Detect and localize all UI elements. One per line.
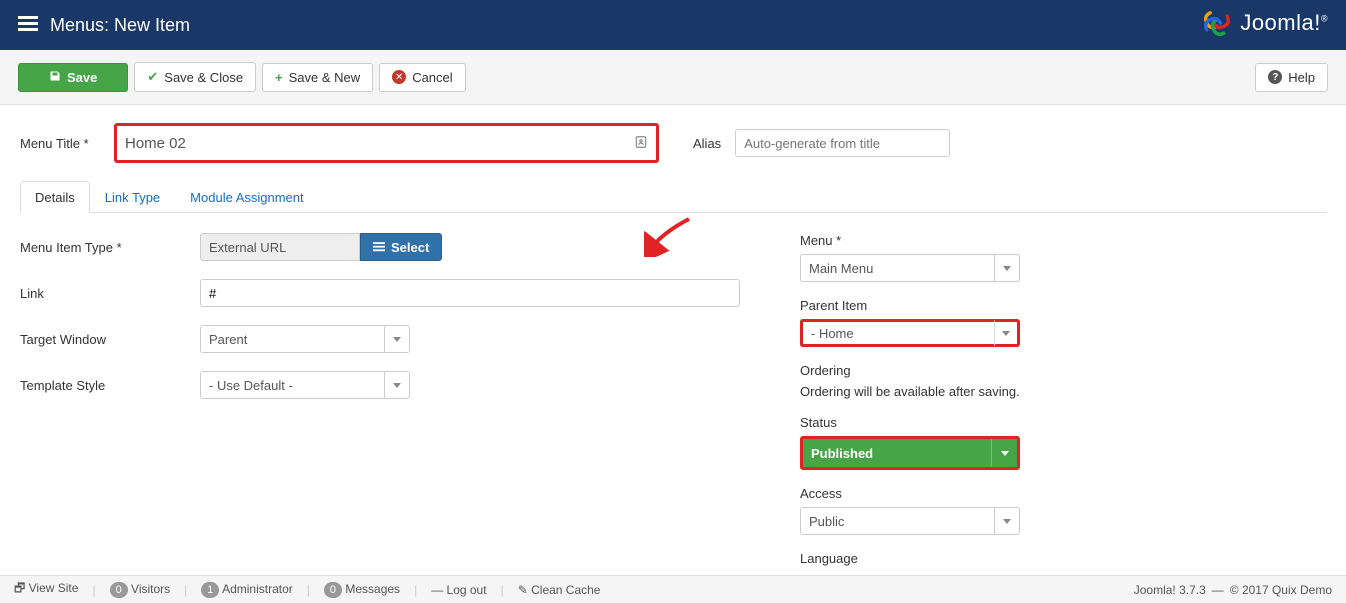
arrow-annotation bbox=[644, 217, 694, 257]
plus-icon: + bbox=[275, 70, 283, 85]
tab-details[interactable]: Details bbox=[20, 181, 90, 213]
save-button[interactable]: Save bbox=[18, 63, 128, 92]
page-title: Menus: New Item bbox=[50, 15, 190, 36]
save-label: Save bbox=[67, 70, 97, 85]
menu-title-field-highlight bbox=[114, 123, 659, 163]
parent-item-value: - Home bbox=[800, 319, 994, 347]
save-close-label: Save & Close bbox=[164, 70, 243, 85]
toolbar: Save ✔ Save & Close + Save & New ✕ Cance… bbox=[0, 50, 1346, 105]
save-icon bbox=[49, 70, 61, 85]
copyright-text: © 2017 Quix Demo bbox=[1230, 583, 1332, 597]
joomla-icon bbox=[1200, 6, 1234, 40]
template-style-value: - Use Default - bbox=[200, 371, 384, 399]
chevron-down-icon bbox=[994, 507, 1020, 535]
language-label: Language bbox=[800, 551, 1040, 566]
access-value: Public bbox=[800, 507, 994, 535]
messages-count: 0 bbox=[324, 582, 342, 598]
logout-link[interactable]: — Log out bbox=[431, 583, 486, 597]
chevron-down-icon bbox=[384, 325, 410, 353]
save-new-button[interactable]: + Save & New bbox=[262, 63, 373, 92]
menu-icon bbox=[18, 16, 38, 35]
visitors-count: 0 bbox=[110, 582, 128, 598]
access-label: Access bbox=[800, 486, 1040, 501]
tab-strip: Details Link Type Module Assignment bbox=[20, 181, 1326, 213]
chevron-down-icon bbox=[384, 371, 410, 399]
menu-value: Main Menu bbox=[800, 254, 994, 282]
messages-status: 0 Messages bbox=[324, 582, 400, 598]
page-header: Menus: New Item Joomla!® bbox=[0, 0, 1346, 50]
visitors-status: 0 Visitors bbox=[110, 582, 171, 598]
alias-label: Alias bbox=[693, 136, 721, 151]
status-bar: 🗗 View Site | 0 Visitors | 1 Administrat… bbox=[0, 575, 1346, 603]
brand-text: Joomla! bbox=[1240, 10, 1321, 35]
help-label: Help bbox=[1288, 70, 1315, 85]
ordering-label: Ordering bbox=[800, 363, 1040, 378]
target-window-select[interactable]: Parent bbox=[200, 325, 410, 353]
menu-title-label: Menu Title * bbox=[20, 136, 100, 151]
contact-card-icon bbox=[634, 134, 648, 153]
target-window-label: Target Window bbox=[20, 332, 200, 347]
status-value: Published bbox=[803, 439, 991, 467]
joomla-logo: Joomla!® bbox=[1200, 6, 1328, 40]
version-text: Joomla! 3.7.3 bbox=[1134, 583, 1206, 597]
cancel-icon: ✕ bbox=[392, 70, 406, 84]
parent-item-select[interactable]: - Home bbox=[800, 319, 1020, 347]
chevron-down-icon bbox=[994, 254, 1020, 282]
link-input[interactable] bbox=[200, 279, 740, 307]
broom-icon: ✎ bbox=[518, 583, 528, 597]
target-window-value: Parent bbox=[200, 325, 384, 353]
chevron-down-icon bbox=[991, 439, 1017, 467]
select-type-label: Select bbox=[391, 240, 429, 255]
list-icon bbox=[373, 240, 385, 255]
select-type-button[interactable]: Select bbox=[360, 233, 442, 261]
help-button[interactable]: ? Help bbox=[1255, 63, 1328, 92]
status-label: Status bbox=[800, 415, 1040, 430]
status-select[interactable]: Published bbox=[800, 436, 1020, 470]
template-style-select[interactable]: - Use Default - bbox=[200, 371, 410, 399]
menu-title-input[interactable] bbox=[117, 126, 656, 160]
save-new-label: Save & New bbox=[289, 70, 361, 85]
access-select[interactable]: Public bbox=[800, 507, 1020, 535]
tab-link-type[interactable]: Link Type bbox=[90, 181, 175, 213]
external-icon: 🗗 bbox=[14, 581, 25, 595]
alias-input[interactable] bbox=[735, 129, 950, 157]
tab-module-assignment[interactable]: Module Assignment bbox=[175, 181, 318, 213]
cancel-label: Cancel bbox=[412, 70, 452, 85]
menu-label: Menu * bbox=[800, 233, 1040, 248]
ordering-note: Ordering will be available after saving. bbox=[800, 384, 1040, 399]
check-icon: ✔ bbox=[147, 69, 158, 85]
parent-item-label: Parent Item bbox=[800, 298, 1040, 313]
menu-item-type-display: External URL bbox=[200, 233, 360, 261]
template-style-label: Template Style bbox=[20, 378, 200, 393]
help-icon: ? bbox=[1268, 70, 1282, 84]
view-site-link[interactable]: 🗗 View Site bbox=[14, 579, 78, 600]
admin-status: 1 Administrator bbox=[201, 582, 292, 598]
save-close-button[interactable]: ✔ Save & Close bbox=[134, 62, 256, 92]
menu-item-type-label: Menu Item Type * bbox=[20, 240, 200, 255]
chevron-down-icon bbox=[994, 319, 1020, 347]
menu-select[interactable]: Main Menu bbox=[800, 254, 1020, 282]
cancel-button[interactable]: ✕ Cancel bbox=[379, 63, 465, 92]
admin-count: 1 bbox=[201, 582, 219, 598]
clean-cache-link[interactable]: ✎ Clean Cache bbox=[518, 583, 601, 597]
link-label: Link bbox=[20, 286, 200, 301]
